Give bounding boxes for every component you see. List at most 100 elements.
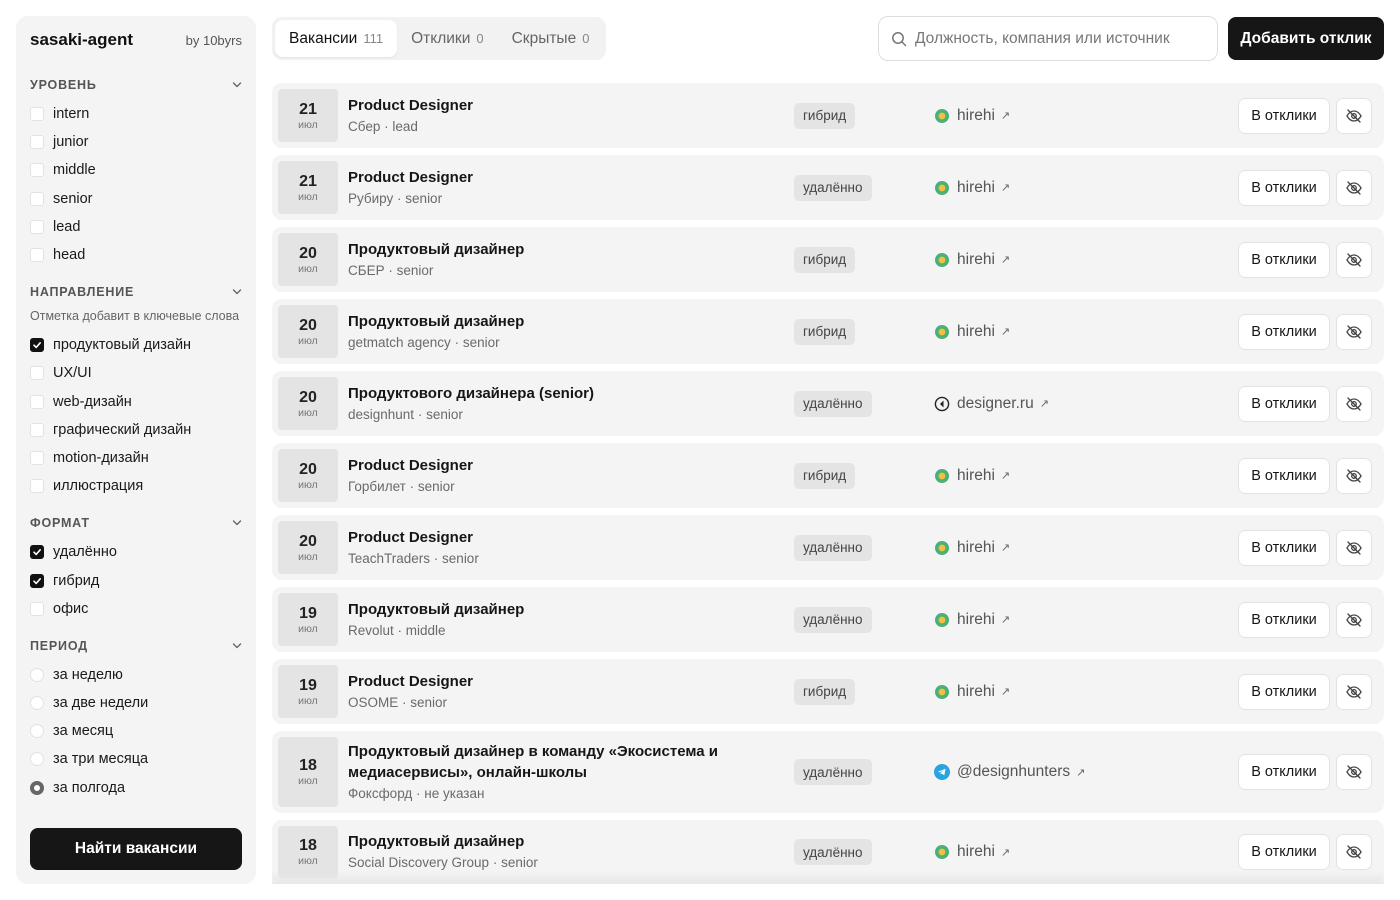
tab-1[interactable]: Отклики 0 — [397, 20, 498, 57]
source-link[interactable]: hirehi ↗ — [934, 539, 1010, 557]
hide-vacancy-button[interactable] — [1336, 97, 1372, 134]
filter-option[interactable]: motion-дизайн — [30, 444, 242, 472]
checkbox[interactable] — [30, 366, 44, 381]
hide-vacancy-button[interactable] — [1336, 673, 1372, 710]
filter-option[interactable]: senior — [30, 185, 242, 213]
filter-option[interactable]: web-дизайн — [30, 388, 242, 416]
find-vacancies-button[interactable]: Найти вакансии — [30, 828, 242, 870]
hide-vacancy-button[interactable] — [1336, 241, 1372, 278]
vacancy-title[interactable]: Продуктовый дизайнер — [348, 831, 728, 852]
checkbox[interactable] — [30, 573, 44, 588]
filter-option[interactable]: за неделю — [30, 661, 242, 689]
radio-button[interactable] — [30, 696, 44, 711]
hide-vacancy-button[interactable] — [1336, 601, 1372, 638]
checkbox[interactable] — [30, 191, 44, 206]
chevron-down-icon[interactable] — [232, 80, 242, 90]
radio-button[interactable] — [30, 780, 44, 795]
hide-vacancy-button[interactable] — [1336, 529, 1372, 566]
add-to-responses-button[interactable]: В отклики — [1238, 601, 1330, 638]
add-to-responses-button[interactable]: В отклики — [1238, 834, 1330, 870]
hide-vacancy-button[interactable] — [1336, 169, 1372, 206]
vacancy-title[interactable]: Продуктовый дизайнер в команду «Экосисте… — [348, 741, 728, 783]
hide-vacancy-button[interactable] — [1336, 385, 1372, 422]
checkbox[interactable] — [30, 479, 44, 494]
tab-2[interactable]: Скрытые 0 — [498, 20, 604, 57]
checkbox[interactable] — [30, 248, 44, 263]
checkbox[interactable] — [30, 422, 44, 437]
checkbox[interactable] — [30, 135, 44, 150]
vacancy-title[interactable]: Product Designer — [348, 167, 728, 188]
checkbox[interactable] — [30, 394, 44, 409]
add-to-responses-button[interactable]: В отклики — [1238, 754, 1330, 790]
filter-option[interactable]: middle — [30, 156, 242, 184]
vacancy-title[interactable]: Product Designer — [348, 95, 728, 116]
add-to-responses-button[interactable]: В отклики — [1238, 313, 1330, 350]
section-header[interactable]: ФОРМАТ — [30, 512, 242, 534]
filter-option[interactable]: гибрид — [30, 566, 242, 594]
add-to-responses-button[interactable]: В отклики — [1238, 241, 1330, 278]
search-box[interactable] — [878, 16, 1218, 61]
vacancy-title[interactable]: Продуктовый дизайнер — [348, 239, 728, 260]
section-header[interactable]: НАПРАВЛЕНИЕ — [30, 281, 242, 303]
search-input[interactable] — [915, 29, 1205, 48]
filter-option[interactable]: за полгода — [30, 774, 242, 802]
checkbox[interactable] — [30, 450, 44, 465]
filter-option[interactable]: intern — [30, 100, 242, 128]
vacancy-title[interactable]: Product Designer — [348, 671, 728, 692]
vacancy-title[interactable]: Product Designer — [348, 527, 728, 548]
add-to-responses-button[interactable]: В отклики — [1238, 169, 1330, 206]
filter-option[interactable]: за две недели — [30, 689, 242, 717]
source-link[interactable]: hirehi ↗ — [934, 179, 1010, 197]
checkbox[interactable] — [30, 545, 44, 560]
section-header[interactable]: ПЕРИОД — [30, 635, 242, 657]
checkbox[interactable] — [30, 601, 44, 616]
filter-option[interactable]: за три месяца — [30, 745, 242, 773]
source-link[interactable]: hirehi ↗ — [934, 107, 1010, 125]
source-link[interactable]: hirehi ↗ — [934, 323, 1010, 341]
filter-option[interactable]: графический дизайн — [30, 416, 242, 444]
source-link[interactable]: hirehi ↗ — [934, 467, 1010, 485]
filter-option[interactable]: иллюстрация — [30, 472, 242, 500]
checkbox[interactable] — [30, 107, 44, 122]
checkbox[interactable] — [30, 163, 44, 178]
chevron-down-icon[interactable] — [232, 518, 242, 528]
radio-button[interactable] — [30, 724, 44, 739]
filter-option[interactable]: head — [30, 241, 242, 269]
source-link[interactable]: designer.ru ↗ — [934, 395, 1049, 413]
add-to-responses-button[interactable]: В отклики — [1238, 529, 1330, 566]
filter-option[interactable]: офис — [30, 595, 242, 623]
add-response-button[interactable]: Добавить отклик — [1228, 17, 1384, 60]
add-to-responses-button[interactable]: В отклики — [1238, 97, 1330, 134]
filter-option[interactable]: lead — [30, 213, 242, 241]
filter-option[interactable]: junior — [30, 128, 242, 156]
hide-vacancy-button[interactable] — [1336, 313, 1372, 350]
source-link[interactable]: hirehi ↗ — [934, 611, 1010, 629]
filter-option[interactable]: продуктовый дизайн — [30, 331, 242, 359]
section-header[interactable]: УРОВЕНЬ — [30, 74, 242, 96]
filter-option[interactable]: за месяц — [30, 717, 242, 745]
chevron-down-icon[interactable] — [232, 641, 242, 651]
add-to-responses-button[interactable]: В отклики — [1238, 457, 1330, 494]
vacancy-title[interactable]: Product Designer — [348, 455, 728, 476]
filter-option[interactable]: удалённо — [30, 538, 242, 566]
vacancy-title[interactable]: Продуктового дизайнера (senior) — [348, 383, 728, 404]
checkbox[interactable] — [30, 338, 44, 353]
add-to-responses-button[interactable]: В отклики — [1238, 673, 1330, 710]
add-to-responses-button[interactable]: В отклики — [1238, 385, 1330, 422]
vacancy-title[interactable]: Продуктовый дизайнер — [348, 311, 728, 332]
checkbox[interactable] — [30, 219, 44, 234]
vacancy-list[interactable]: 21 июл Product Designer Сбер · lead гибрид hi… — [272, 83, 1384, 884]
source-link[interactable]: hirehi ↗ — [934, 251, 1010, 269]
hide-vacancy-button[interactable] — [1336, 457, 1372, 494]
source-link[interactable]: hirehi ↗ — [934, 683, 1010, 701]
vacancy-title[interactable]: Продуктовый дизайнер — [348, 599, 728, 620]
radio-button[interactable] — [30, 752, 44, 767]
source-link[interactable]: hirehi ↗ — [934, 843, 1010, 861]
hide-vacancy-button[interactable] — [1336, 834, 1372, 870]
filter-option[interactable]: UX/UI — [30, 359, 242, 387]
tab-0[interactable]: Вакансии 111 — [275, 20, 398, 57]
hide-vacancy-button[interactable] — [1336, 754, 1372, 790]
chevron-down-icon[interactable] — [232, 287, 242, 297]
radio-button[interactable] — [30, 667, 44, 682]
source-link[interactable]: @designhunters ↗ — [934, 763, 1085, 781]
